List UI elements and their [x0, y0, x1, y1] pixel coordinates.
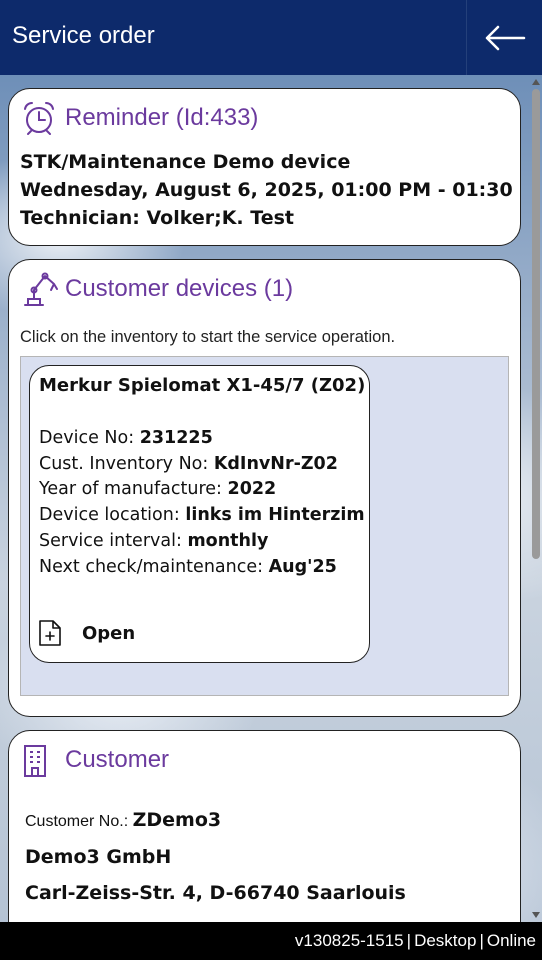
- field-label: Next check/maintenance:: [39, 557, 264, 577]
- customer-card: Customer Customer No.: ZDemo3 Demo3 GmbH…: [8, 730, 521, 945]
- customer-address: Carl-Zeiss-Str. 4, D-66740 Saarlouis: [25, 882, 406, 904]
- document-add-icon: [39, 620, 61, 646]
- device-field: Next check/maintenance: Aug'25: [39, 557, 337, 577]
- field-label: Service interval:: [39, 531, 182, 551]
- reminder-subject: STK/Maintenance Demo device: [20, 151, 351, 173]
- device-list: Merkur Spielomat X1-45/7 (Z02) Device No…: [20, 356, 509, 696]
- field-label: Device location:: [39, 505, 180, 525]
- arrow-left-icon: [485, 25, 525, 50]
- reminder-datetime: Wednesday, August 6, 2025, 01:00 PM - 01…: [20, 179, 521, 201]
- customer-title: Customer: [65, 746, 170, 773]
- device-field: Cust. Inventory No: KdInvNr-Z02: [39, 454, 338, 474]
- reminder-technician: Technician: Volker;K. Test: [20, 207, 294, 229]
- separator: |: [479, 931, 484, 950]
- field-value: Aug'25: [268, 557, 337, 577]
- open-label: Open: [82, 622, 136, 644]
- field-value: 2022: [227, 479, 277, 499]
- scrollbar[interactable]: [530, 75, 542, 922]
- app-header: Service order: [0, 0, 542, 75]
- field-value: monthly: [187, 531, 269, 551]
- device-field: Year of manufacture: 2022: [39, 479, 276, 499]
- device-field: Device location: links im Hinterzim: [39, 505, 365, 525]
- building-icon: [24, 745, 46, 777]
- devices-title: Customer devices (1): [65, 275, 294, 302]
- field-value: 231225: [139, 428, 213, 448]
- connection-status: Online: [486, 931, 536, 950]
- field-label: Year of manufacture:: [39, 479, 222, 499]
- scrollbar-thumb[interactable]: [532, 89, 540, 559]
- separator: |: [406, 931, 412, 950]
- customer-devices-card: Customer devices (1) Click on the invent…: [8, 259, 521, 717]
- page-title: Service order: [12, 22, 155, 49]
- field-label: Cust. Inventory No:: [39, 454, 209, 474]
- device-tile[interactable]: Merkur Spielomat X1-45/7 (Z02) Device No…: [29, 365, 370, 663]
- open-device-button[interactable]: Open: [38, 618, 158, 648]
- status-bar: v130825-1515 | Desktop | Online: [0, 922, 542, 960]
- customer-number-value: ZDemo3: [132, 809, 222, 831]
- device-field: Service interval: monthly: [39, 531, 268, 551]
- customer-number: Customer No.: ZDemo3: [25, 809, 221, 831]
- devices-hint: Click on the inventory to start the serv…: [20, 328, 396, 346]
- version-label: v130825-1515: [294, 931, 404, 950]
- alarm-clock-icon: [24, 101, 54, 135]
- customer-company: Demo3 GmbH: [25, 846, 172, 868]
- mode-label: Desktop: [414, 931, 477, 950]
- scroll-up-arrow[interactable]: [532, 79, 540, 85]
- reminder-card: Reminder (Id:433) STK/Maintenance Demo d…: [8, 88, 521, 246]
- field-value: KdInvNr-Z02: [213, 454, 338, 474]
- back-button[interactable]: [466, 0, 542, 75]
- field-label: Device No:: [39, 428, 135, 448]
- scroll-down-arrow[interactable]: [532, 912, 540, 918]
- customer-number-label: Customer No.:: [25, 813, 129, 830]
- device-name: Merkur Spielomat X1-45/7 (Z02): [39, 375, 366, 396]
- field-value: links im Hinterzim: [185, 505, 365, 525]
- robot-arm-icon: [24, 272, 58, 306]
- reminder-title: Reminder (Id:433): [65, 104, 259, 131]
- device-field: Device No: 231225: [39, 428, 213, 448]
